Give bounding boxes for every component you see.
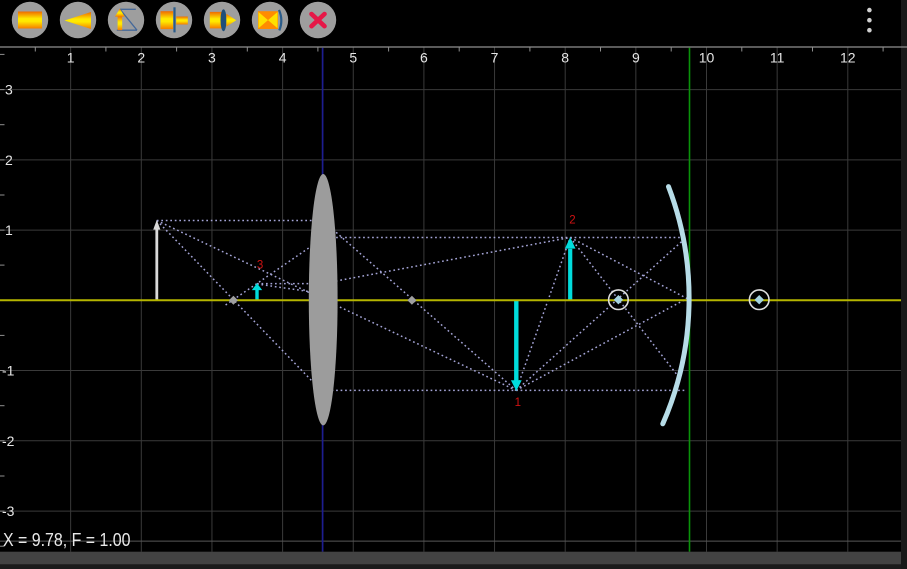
svg-text:2: 2 — [569, 215, 575, 227]
svg-text:1: 1 — [5, 222, 13, 238]
svg-text:3: 3 — [5, 82, 13, 98]
svg-text:7: 7 — [491, 50, 499, 66]
svg-text:-2: -2 — [2, 433, 15, 449]
svg-text:11: 11 — [770, 50, 785, 66]
svg-text:8: 8 — [561, 50, 569, 66]
svg-text:9: 9 — [632, 50, 640, 66]
svg-text:2: 2 — [5, 152, 13, 168]
svg-text:10: 10 — [699, 50, 715, 66]
svg-text:X = 9.78, F = 1.00: X = 9.78, F = 1.00 — [3, 529, 131, 550]
svg-text:-1: -1 — [2, 363, 15, 379]
svg-text:1: 1 — [515, 397, 521, 409]
svg-text:3: 3 — [208, 50, 216, 66]
svg-text:2: 2 — [137, 50, 145, 66]
svg-text:-3: -3 — [2, 503, 15, 519]
svg-text:12: 12 — [840, 50, 856, 66]
svg-text:6: 6 — [420, 50, 428, 66]
svg-text:4: 4 — [279, 50, 287, 66]
svg-text:5: 5 — [349, 50, 357, 66]
svg-text:3: 3 — [257, 260, 263, 272]
svg-text:1: 1 — [67, 50, 75, 66]
